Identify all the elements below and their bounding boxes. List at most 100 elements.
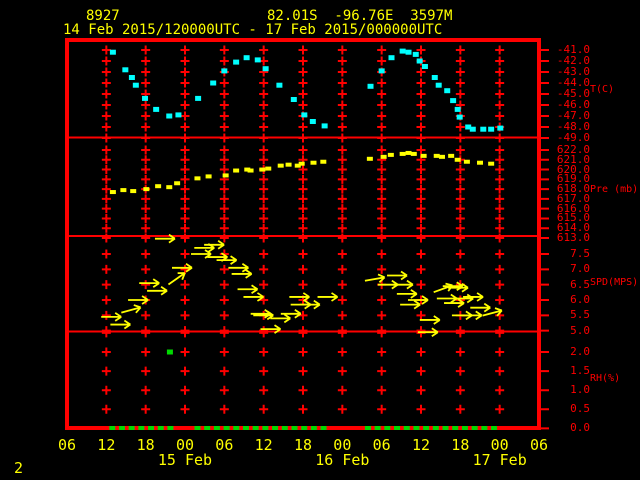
temperature-data-point	[195, 95, 202, 101]
wind-barb-icon	[128, 295, 149, 305]
pressure-data-point	[488, 161, 495, 166]
wind_speed-tick-label: 5.5	[570, 308, 590, 322]
temperature-data-point	[378, 68, 385, 74]
temperature-data-point	[431, 75, 438, 80]
humidity-baseline-dash	[167, 426, 174, 430]
humidity-baseline-dash	[384, 426, 391, 430]
humidity-baseline-dash	[374, 426, 381, 430]
temperature-data-point	[309, 119, 316, 124]
pressure-data-point	[410, 151, 417, 156]
relative_humidity-tick-label: 2.0	[570, 345, 590, 358]
pressure-data-point	[166, 185, 173, 190]
humidity-baseline-dash	[148, 426, 155, 430]
wind_speed-tick-label: 6.5	[570, 277, 590, 291]
wind-barb-icon	[396, 289, 418, 299]
temperature-data-point	[243, 55, 250, 61]
temperature-data-point	[454, 106, 461, 112]
relative_humidity-tick-label: 1.0	[570, 383, 590, 397]
temperature-data-point	[469, 126, 476, 132]
temperature-data-point	[122, 67, 129, 73]
x-tick-label: 12	[97, 436, 116, 454]
pressure-tick-label: 613.0	[556, 231, 590, 245]
humidity-baseline-dash	[138, 426, 145, 430]
temperature-data-point	[367, 83, 374, 89]
humidity-baseline-dash	[204, 426, 211, 430]
wind-barb-icon	[461, 310, 483, 321]
x-tick-label: 18	[293, 436, 313, 454]
pressure-data-point	[155, 184, 162, 189]
date-label: 16 Feb	[315, 451, 370, 469]
humidity-axis-title: RH(%)	[590, 373, 621, 384]
pressure-axis-title: Pre (mb)	[590, 184, 639, 195]
wind-barb-icon	[237, 284, 259, 295]
wind_speed-tick-label: 7.0	[570, 262, 590, 276]
relative_humidity-tick-label: 0.5	[570, 402, 590, 416]
humidity-baseline-dash	[320, 426, 327, 430]
wind-barb-icon	[433, 282, 454, 294]
wind-barb-icon	[387, 270, 408, 281]
wind-barb-icon	[463, 292, 484, 302]
humidity-baseline-dash	[432, 426, 439, 430]
page-number: 2	[14, 459, 24, 477]
humidity-baseline-dash	[452, 426, 459, 430]
temperature-data-point	[480, 126, 487, 132]
humidity-baseline-dash	[423, 426, 430, 430]
humidity-baseline-dash	[194, 426, 201, 430]
humidity-baseline-dash	[481, 426, 488, 430]
pressure-data-point	[387, 152, 394, 157]
wind_speed-tick-label: 6.0	[570, 293, 590, 306]
temperature-data-point	[450, 98, 457, 104]
pressure-data-point	[298, 161, 305, 166]
pressure-data-point	[143, 187, 150, 192]
x-tick-label: 12	[411, 436, 431, 454]
pressure-data-point	[259, 167, 266, 172]
pressure-data-point	[399, 151, 406, 156]
temperature-data-point	[262, 66, 269, 72]
pressure-data-point	[194, 176, 201, 181]
humidity-baseline-dash	[128, 426, 135, 430]
temperature-data-point	[321, 123, 328, 129]
relative_humidity-tick-label: 0.0	[570, 421, 590, 435]
pressure-data-point	[277, 163, 284, 168]
temperature-data-point	[276, 82, 283, 88]
pressure-data-point	[205, 174, 212, 179]
pressure-data-point	[438, 154, 445, 159]
humidity-baseline-dash	[301, 426, 308, 430]
pressure-data-point	[222, 173, 229, 178]
pressure-data-point	[405, 150, 412, 155]
temperature-data-point	[254, 57, 261, 63]
temperature-data-point	[456, 114, 463, 120]
pressure-data-point	[448, 153, 455, 158]
wind-barb-icon	[392, 279, 414, 290]
relative_humidity-tick-label: 1.5	[570, 364, 590, 378]
pressure-data-point	[285, 162, 292, 167]
x-tick-label: 06	[57, 436, 77, 454]
pressure-data-point	[120, 188, 127, 193]
humidity-baseline-dash	[272, 426, 279, 430]
pressure-data-point	[463, 159, 470, 164]
wind_speed-tick-label: 7.5	[570, 247, 590, 260]
x-tick-label: 12	[254, 436, 273, 454]
x-tick-label: 06	[372, 436, 391, 454]
wind-barb-icon	[139, 278, 160, 288]
temperature-data-point	[488, 126, 495, 132]
temperature-axis-title: T(C)	[590, 84, 615, 95]
wind-barb-icon	[101, 312, 122, 322]
pressure-data-point	[366, 156, 373, 161]
humidity-baseline-dash	[461, 426, 468, 430]
temperature-data-point	[405, 49, 412, 55]
pressure-data-point	[420, 153, 427, 158]
humidity-baseline-dash	[242, 426, 249, 430]
wind-barb-icon	[147, 286, 168, 296]
temperature-data-point	[301, 112, 308, 118]
temperature-data-point	[412, 51, 419, 57]
pressure-data-point	[380, 154, 387, 159]
x-tick-label: 06	[529, 436, 549, 454]
temperature-data-point	[416, 58, 423, 64]
x-tick-label: 18	[451, 436, 470, 454]
wind-barb-icon	[110, 319, 131, 330]
relative_humidity-data-point	[166, 349, 173, 355]
temperature-data-point	[175, 112, 182, 118]
date-label: 15 Feb	[157, 451, 213, 469]
wind-barb-icon	[470, 302, 491, 313]
